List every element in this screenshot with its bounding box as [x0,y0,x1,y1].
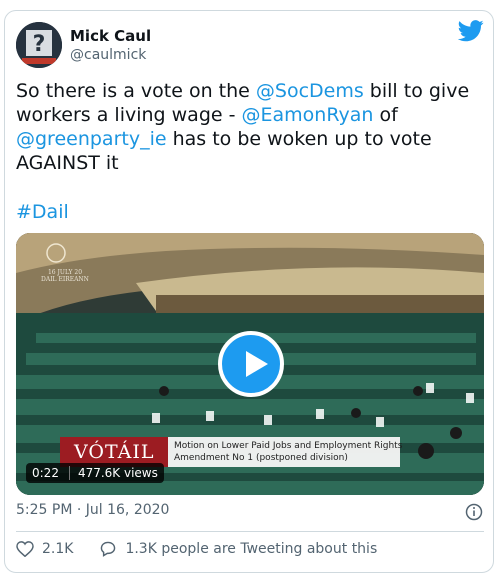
text-segment: of [373,104,398,126]
motion-line-2: Amendment No 1 (postponed division) [174,453,348,463]
reply-action[interactable]: 1.3K people are Tweeting about this [99,541,377,557]
text-segment: So there is a vote on the [16,80,256,102]
lower-third-motion: Motion on Lower Paid Jobs and Employment… [168,437,403,467]
tweet-line-2: workers a living wage - @EamonRyan of [16,103,484,127]
tweet-timestamp[interactable]: 5:25 PM · Jul 16, 2020 [16,502,169,518]
tweet-actions: 2.1K 1.3K people are Tweeting about this [16,541,377,557]
avatar[interactable]: ? [16,22,62,68]
svg-text:?: ? [33,32,46,57]
like-action[interactable]: 2.1K [16,541,73,557]
heart-icon [16,541,34,557]
twitter-bird-icon[interactable] [458,20,484,42]
author-name[interactable]: Mick Caul [70,27,151,45]
broadcast-stamp: 16 JULY 20 DAIL EIREANN [30,269,100,283]
info-icon[interactable] [465,503,483,521]
text-segment: has to be woken up to vote [166,128,432,150]
text-segment: bill to give [363,80,470,102]
replies-text: 1.3K people are Tweeting about this [125,541,378,557]
tweet-text: So there is a vote on the @SocDems bill … [16,79,484,175]
reply-bubble-icon [101,541,116,557]
text-segment: workers a living wage - [16,104,242,126]
like-count: 2.1K [42,541,74,557]
tweet-line-1: So there is a vote on the @SocDems bill … [16,79,484,103]
avatar-image: ? [16,22,62,68]
mention-greenparty[interactable]: @greenparty_ie [16,128,167,150]
divider [16,531,484,532]
video-duration: 0:22 [32,466,59,480]
mention-socdems[interactable]: @SocDems [256,80,364,102]
motion-line-1: Motion on Lower Paid Jobs and Employment… [174,441,403,451]
hashtag-dail[interactable]: #Dail [16,201,69,223]
tweet-line-3: @greenparty_ie has to be woken up to vot… [16,127,484,151]
broadcast-date: 16 JULY 20 [47,269,83,276]
video-player[interactable]: 16 JULY 20 DAIL EIREANN VÓTÁIL Motion on… [16,233,484,495]
mention-eamonryan[interactable]: @EamonRyan [242,104,374,126]
video-views: 477.6K views [68,466,158,480]
video-stats-badge: 0:22 477.6K views [26,463,164,483]
play-button[interactable] [218,331,284,397]
broadcast-channel: DAIL EIREANN [41,276,89,283]
author-handle[interactable]: @caulmick [70,47,146,63]
tweet-line-4: AGAINST it [16,152,119,174]
